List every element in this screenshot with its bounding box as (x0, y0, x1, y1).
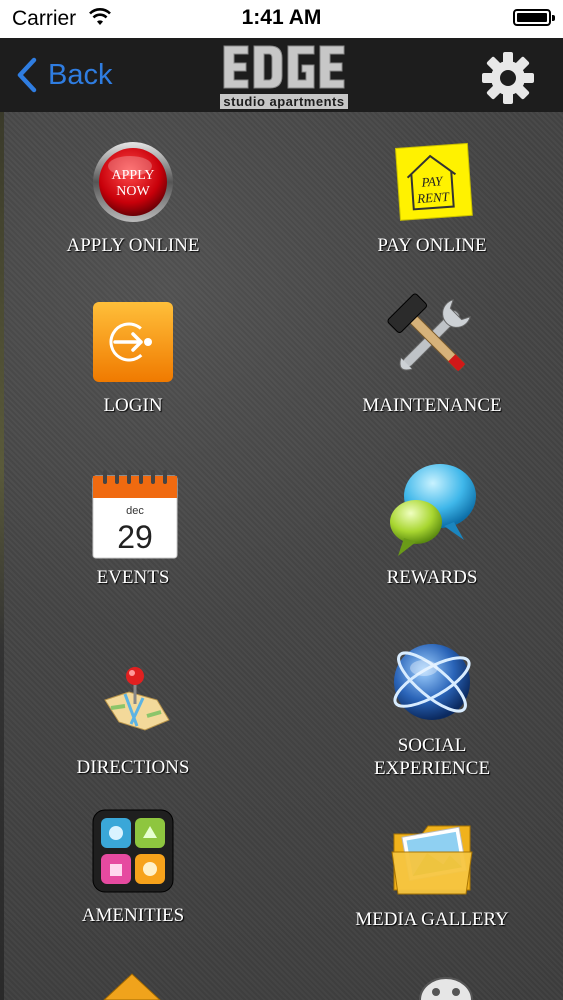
directions-tile[interactable]: DIRECTIONS (23, 660, 243, 779)
navigation-bar: Back studio apartments (0, 38, 563, 112)
chevron-left-icon (17, 57, 37, 93)
login-tile[interactable]: LOGIN (23, 298, 243, 417)
rewards-label: REWARDS (386, 567, 478, 588)
film-reel-icon[interactable] (418, 976, 474, 1000)
maintenance-label: MAINTENANCE (362, 395, 502, 416)
apply-badge-line2: NOW (116, 184, 150, 199)
apply-online-label: APPLY ONLINE (66, 235, 200, 256)
back-button[interactable]: Back (12, 54, 112, 96)
pay-note-line1: PAY (420, 173, 444, 190)
globe-icon (393, 644, 471, 720)
media-gallery-label: MEDIA GALLERY (355, 909, 509, 930)
edge-logo-mark (223, 45, 345, 89)
battery-icon (513, 9, 555, 26)
directions-label: DIRECTIONS (76, 757, 190, 778)
menu-grid: APPLY NOW APPLY ONLINE PAY RENT PAY ONLI… (0, 112, 563, 1000)
apply-now-button-icon: APPLY NOW (93, 142, 173, 222)
pay-note-line2: RENT (416, 189, 451, 206)
login-arrow-icon (93, 302, 173, 382)
apply-online-tile[interactable]: APPLY NOW APPLY ONLINE (23, 138, 243, 257)
pay-online-tile[interactable]: PAY RENT PAY ONLINE (322, 138, 542, 257)
rewards-tile[interactable]: REWARDS (322, 460, 542, 589)
apply-badge-line1: APPLY (112, 168, 155, 183)
events-tile[interactable]: dec 29 EVENTS (23, 470, 243, 589)
calendar-icon: dec 29 (92, 470, 178, 559)
status-bar: Carrier 1:41 AM (0, 0, 563, 38)
photo-folder-icon (391, 825, 473, 895)
logo-tagline: studio apartments (220, 94, 348, 109)
amenities-grid-icon (92, 809, 174, 893)
calendar-day: 29 (117, 519, 153, 555)
chat-bubbles-icon (390, 464, 476, 556)
back-label: Back (48, 58, 113, 91)
pay-rent-note-icon: PAY RENT (394, 142, 473, 221)
home-icon[interactable] (100, 968, 164, 1000)
edge-logo: studio apartments (220, 42, 348, 110)
media-gallery-tile[interactable]: MEDIA GALLERY (322, 812, 542, 931)
amenities-tile[interactable]: AMENITIES (23, 808, 243, 927)
maintenance-tile[interactable]: MAINTENANCE (322, 288, 542, 417)
map-pin-icon (104, 667, 170, 731)
social-experience-label: SOCIAL EXPERIENCE (373, 735, 491, 779)
amenities-label: AMENITIES (81, 905, 185, 926)
social-experience-tile[interactable]: SOCIAL EXPERIENCE (322, 638, 542, 780)
wrench-hammer-icon (387, 293, 471, 372)
clock: 1:41 AM (241, 6, 322, 29)
settings-gear-icon[interactable] (480, 50, 536, 106)
side-edge (0, 112, 4, 1000)
pay-online-label: PAY ONLINE (377, 235, 487, 256)
events-label: EVENTS (96, 567, 170, 588)
login-label: LOGIN (103, 395, 163, 416)
calendar-month: dec (126, 505, 144, 517)
